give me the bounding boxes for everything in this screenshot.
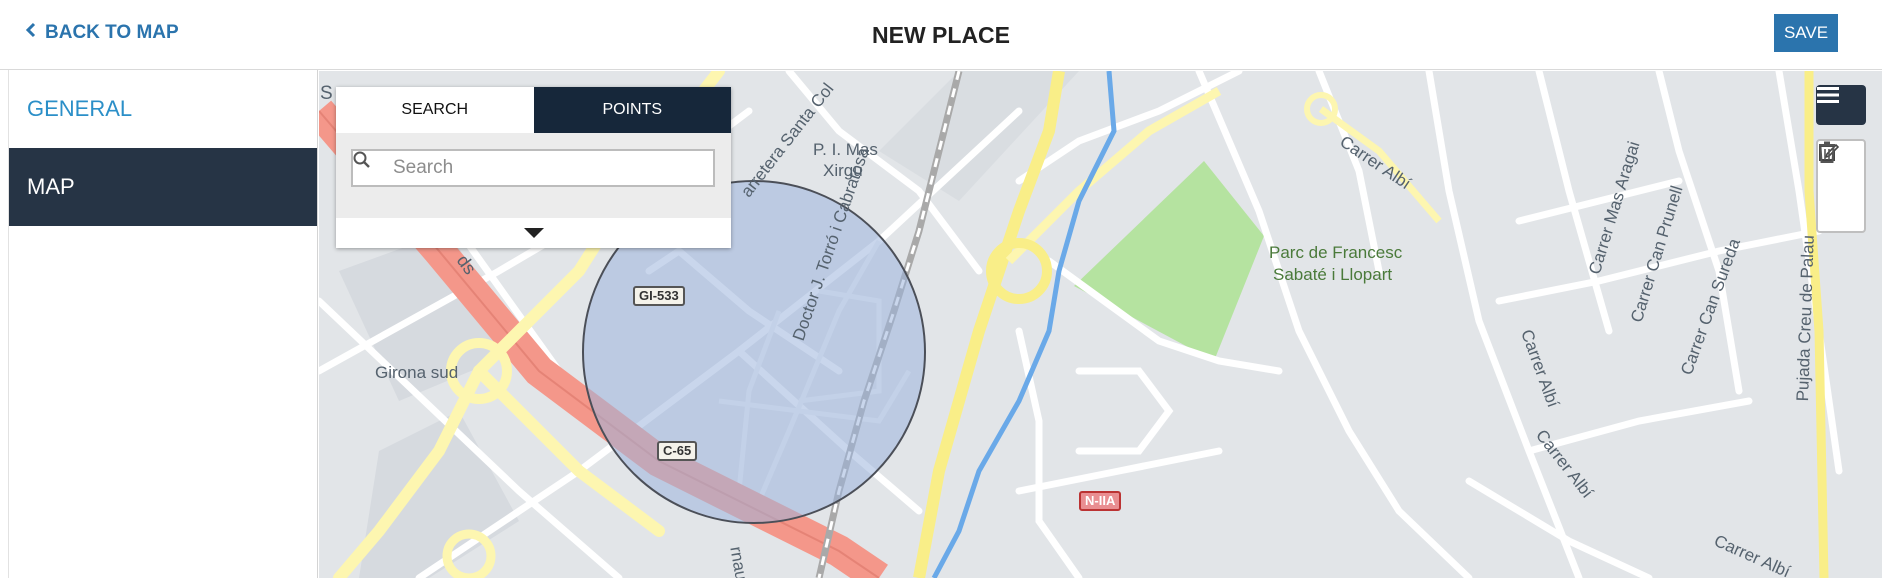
top-bar: BACK TO MAP NEW PLACE SAVE	[0, 0, 1882, 70]
panel-tabs: SEARCH POINTS	[336, 87, 731, 133]
back-to-map-link[interactable]: BACK TO MAP	[25, 22, 179, 44]
road-shield-gi533: GI-533	[633, 286, 685, 306]
map-view[interactable]: P. I. Mas Xirgu Girona sud Parc de Franc…	[319, 71, 1882, 578]
back-to-map-label: BACK TO MAP	[45, 22, 179, 43]
road-shield-n11a: N-IIA	[1079, 491, 1122, 511]
caret-down-icon	[523, 228, 544, 238]
draw-toolbar	[1816, 139, 1866, 233]
map-label: S	[320, 83, 333, 104]
search-field	[351, 149, 715, 187]
page-title: NEW PLACE	[872, 22, 1010, 48]
road-shield-c65: C-65	[657, 441, 698, 461]
sidebar-item-general[interactable]: GENERAL	[9, 70, 317, 148]
map-label: Girona sud	[375, 363, 459, 382]
save-button[interactable]: SAVE	[1774, 14, 1838, 52]
delete-layers-button[interactable]	[1818, 141, 1864, 231]
sidebar: GENERAL MAP	[8, 70, 318, 578]
map-label: Sabaté i Llopart	[1273, 265, 1393, 284]
layers-button[interactable]	[1816, 85, 1866, 125]
tab-points[interactable]: POINTS	[533, 87, 731, 133]
chevron-left-icon	[25, 22, 41, 44]
panel-collapse-toggle[interactable]	[336, 218, 731, 248]
search-input[interactable]	[393, 157, 693, 179]
search-panel: SEARCH POINTS	[336, 87, 731, 248]
map-label: Parc de Francesc	[1269, 243, 1403, 262]
sidebar-item-map[interactable]: MAP	[9, 148, 317, 226]
tab-search[interactable]: SEARCH	[336, 87, 534, 133]
